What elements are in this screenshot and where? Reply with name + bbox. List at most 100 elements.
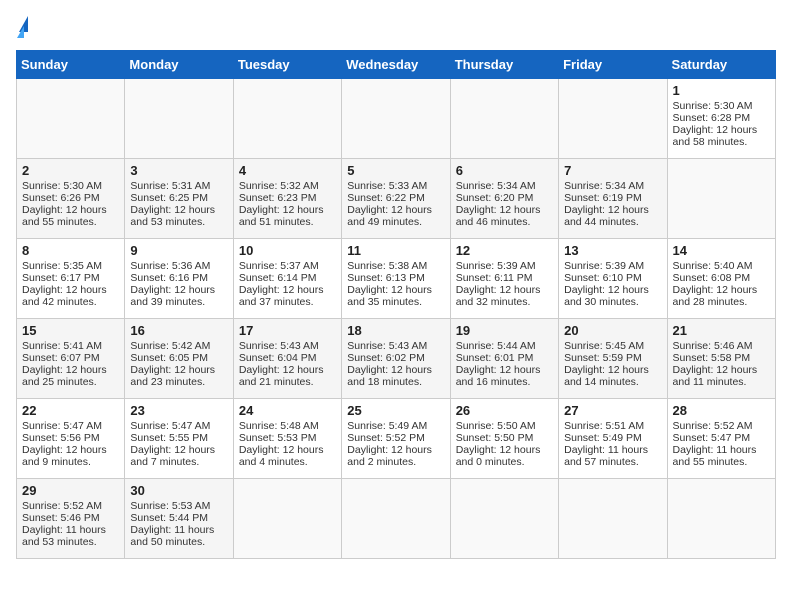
sunset-line: Sunset: 6:19 PM bbox=[564, 192, 642, 204]
calendar-header-row: SundayMondayTuesdayWednesdayThursdayFrid… bbox=[17, 51, 776, 79]
daylight-line1: Daylight: 12 hours bbox=[564, 284, 649, 296]
sunset-line: Sunset: 6:07 PM bbox=[22, 352, 100, 364]
calendar-cell: 19 Sunrise: 5:44 AM Sunset: 6:01 PM Dayl… bbox=[450, 319, 558, 399]
calendar-cell bbox=[342, 479, 450, 559]
daylight-line2: and 32 minutes. bbox=[456, 296, 531, 308]
sunset-line: Sunset: 6:10 PM bbox=[564, 272, 642, 284]
daylight-line1: Daylight: 12 hours bbox=[456, 444, 541, 456]
daylight-line1: Daylight: 12 hours bbox=[22, 284, 107, 296]
calendar-cell: 25 Sunrise: 5:49 AM Sunset: 5:52 PM Dayl… bbox=[342, 399, 450, 479]
daylight-line2: and 16 minutes. bbox=[456, 376, 531, 388]
calendar-cell bbox=[559, 79, 667, 159]
day-header: Saturday bbox=[667, 51, 775, 79]
sunrise-line: Sunrise: 5:43 AM bbox=[347, 340, 427, 352]
calendar-cell: 28 Sunrise: 5:52 AM Sunset: 5:47 PM Dayl… bbox=[667, 399, 775, 479]
sunset-line: Sunset: 6:17 PM bbox=[22, 272, 100, 284]
logo-text bbox=[16, 16, 29, 38]
sunrise-line: Sunrise: 5:30 AM bbox=[22, 180, 102, 192]
calendar-cell: 15 Sunrise: 5:41 AM Sunset: 6:07 PM Dayl… bbox=[17, 319, 125, 399]
sunset-line: Sunset: 6:14 PM bbox=[239, 272, 317, 284]
calendar-cell: 4 Sunrise: 5:32 AM Sunset: 6:23 PM Dayli… bbox=[233, 159, 341, 239]
sunset-line: Sunset: 5:53 PM bbox=[239, 432, 317, 444]
daylight-line1: Daylight: 12 hours bbox=[347, 204, 432, 216]
sunrise-line: Sunrise: 5:52 AM bbox=[22, 500, 102, 512]
sunset-line: Sunset: 5:49 PM bbox=[564, 432, 642, 444]
calendar-cell: 29 Sunrise: 5:52 AM Sunset: 5:46 PM Dayl… bbox=[17, 479, 125, 559]
sunrise-line: Sunrise: 5:35 AM bbox=[22, 260, 102, 272]
day-number: 6 bbox=[456, 163, 553, 178]
sunrise-line: Sunrise: 5:32 AM bbox=[239, 180, 319, 192]
day-header: Tuesday bbox=[233, 51, 341, 79]
daylight-line1: Daylight: 12 hours bbox=[239, 204, 324, 216]
sunset-line: Sunset: 6:16 PM bbox=[130, 272, 208, 284]
sunrise-line: Sunrise: 5:52 AM bbox=[673, 420, 753, 432]
daylight-line2: and 11 minutes. bbox=[673, 376, 747, 388]
calendar-week-row: 15 Sunrise: 5:41 AM Sunset: 6:07 PM Dayl… bbox=[17, 319, 776, 399]
daylight-line2: and 57 minutes. bbox=[564, 456, 639, 468]
daylight-line1: Daylight: 12 hours bbox=[22, 204, 107, 216]
day-header: Monday bbox=[125, 51, 233, 79]
daylight-line1: Daylight: 11 hours bbox=[22, 524, 106, 536]
sunset-line: Sunset: 6:22 PM bbox=[347, 192, 425, 204]
sunrise-line: Sunrise: 5:36 AM bbox=[130, 260, 210, 272]
daylight-line2: and 58 minutes. bbox=[673, 136, 748, 148]
sunset-line: Sunset: 6:23 PM bbox=[239, 192, 317, 204]
calendar-cell: 6 Sunrise: 5:34 AM Sunset: 6:20 PM Dayli… bbox=[450, 159, 558, 239]
page-header bbox=[16, 16, 776, 38]
sunset-line: Sunset: 5:44 PM bbox=[130, 512, 208, 524]
day-number: 23 bbox=[130, 403, 227, 418]
day-number: 11 bbox=[347, 243, 444, 258]
daylight-line1: Daylight: 12 hours bbox=[456, 284, 541, 296]
sunset-line: Sunset: 6:11 PM bbox=[456, 272, 533, 284]
calendar-cell: 10 Sunrise: 5:37 AM Sunset: 6:14 PM Dayl… bbox=[233, 239, 341, 319]
daylight-line2: and 7 minutes. bbox=[130, 456, 199, 468]
daylight-line2: and 18 minutes. bbox=[347, 376, 422, 388]
day-number: 24 bbox=[239, 403, 336, 418]
calendar-cell: 27 Sunrise: 5:51 AM Sunset: 5:49 PM Dayl… bbox=[559, 399, 667, 479]
sunrise-line: Sunrise: 5:45 AM bbox=[564, 340, 644, 352]
daylight-line1: Daylight: 12 hours bbox=[673, 124, 758, 136]
daylight-line1: Daylight: 12 hours bbox=[130, 444, 215, 456]
sunrise-line: Sunrise: 5:34 AM bbox=[456, 180, 536, 192]
daylight-line2: and 14 minutes. bbox=[564, 376, 639, 388]
day-number: 21 bbox=[673, 323, 770, 338]
daylight-line1: Daylight: 12 hours bbox=[456, 204, 541, 216]
calendar-cell bbox=[559, 479, 667, 559]
day-number: 20 bbox=[564, 323, 661, 338]
calendar-cell bbox=[342, 79, 450, 159]
daylight-line2: and 42 minutes. bbox=[22, 296, 97, 308]
calendar-week-row: 8 Sunrise: 5:35 AM Sunset: 6:17 PM Dayli… bbox=[17, 239, 776, 319]
daylight-line2: and 53 minutes. bbox=[130, 216, 205, 228]
sunrise-line: Sunrise: 5:53 AM bbox=[130, 500, 210, 512]
calendar-cell: 5 Sunrise: 5:33 AM Sunset: 6:22 PM Dayli… bbox=[342, 159, 450, 239]
sunrise-line: Sunrise: 5:43 AM bbox=[239, 340, 319, 352]
daylight-line1: Daylight: 12 hours bbox=[239, 364, 324, 376]
day-number: 5 bbox=[347, 163, 444, 178]
calendar-cell bbox=[450, 479, 558, 559]
daylight-line2: and 25 minutes. bbox=[22, 376, 97, 388]
day-number: 18 bbox=[347, 323, 444, 338]
daylight-line1: Daylight: 11 hours bbox=[564, 444, 648, 456]
daylight-line2: and 55 minutes. bbox=[673, 456, 748, 468]
day-header: Friday bbox=[559, 51, 667, 79]
daylight-line2: and 50 minutes. bbox=[130, 536, 205, 548]
calendar-cell bbox=[125, 79, 233, 159]
sunset-line: Sunset: 5:47 PM bbox=[673, 432, 751, 444]
daylight-line2: and 28 minutes. bbox=[673, 296, 748, 308]
sunrise-line: Sunrise: 5:46 AM bbox=[673, 340, 753, 352]
daylight-line2: and 49 minutes. bbox=[347, 216, 422, 228]
sunrise-line: Sunrise: 5:42 AM bbox=[130, 340, 210, 352]
calendar-cell: 21 Sunrise: 5:46 AM Sunset: 5:58 PM Dayl… bbox=[667, 319, 775, 399]
daylight-line2: and 21 minutes. bbox=[239, 376, 314, 388]
daylight-line2: and 2 minutes. bbox=[347, 456, 416, 468]
daylight-line1: Daylight: 12 hours bbox=[673, 284, 758, 296]
calendar-cell bbox=[667, 479, 775, 559]
calendar-week-row: 22 Sunrise: 5:47 AM Sunset: 5:56 PM Dayl… bbox=[17, 399, 776, 479]
sunrise-line: Sunrise: 5:31 AM bbox=[130, 180, 210, 192]
day-number: 19 bbox=[456, 323, 553, 338]
day-number: 13 bbox=[564, 243, 661, 258]
calendar-cell: 30 Sunrise: 5:53 AM Sunset: 5:44 PM Dayl… bbox=[125, 479, 233, 559]
daylight-line1: Daylight: 12 hours bbox=[22, 364, 107, 376]
calendar-cell: 26 Sunrise: 5:50 AM Sunset: 5:50 PM Dayl… bbox=[450, 399, 558, 479]
calendar-cell: 2 Sunrise: 5:30 AM Sunset: 6:26 PM Dayli… bbox=[17, 159, 125, 239]
